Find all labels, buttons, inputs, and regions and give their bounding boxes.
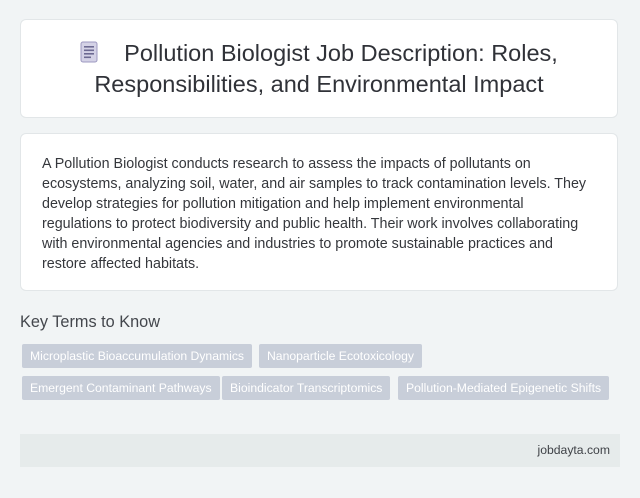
key-term-tag[interactable]: Nanoparticle Ecotoxicology xyxy=(259,344,423,368)
footer: jobdayta.com xyxy=(20,434,620,467)
description-card: A Pollution Biologist conducts research … xyxy=(20,133,618,291)
document-icon xyxy=(80,41,98,70)
key-term-tag[interactable]: Microplastic Bioaccumulation Dynamics xyxy=(22,344,253,368)
title-card: Pollution Biologist Job Description: Rol… xyxy=(20,19,618,118)
page-title-text: Pollution Biologist Job Description: Rol… xyxy=(94,39,558,97)
page-title: Pollution Biologist Job Description: Rol… xyxy=(21,39,617,99)
key-terms-heading: Key Terms to Know xyxy=(20,313,160,331)
key-term-tag[interactable]: Bioindicator Transcriptomics xyxy=(222,376,391,400)
job-description: A Pollution Biologist conducts research … xyxy=(42,156,587,272)
key-term-tag[interactable]: Pollution-Mediated Epigenetic Shifts xyxy=(398,376,610,400)
key-term-tag[interactable]: Emergent Contaminant Pathways xyxy=(22,376,220,400)
site-link[interactable]: jobdayta.com xyxy=(538,434,611,467)
